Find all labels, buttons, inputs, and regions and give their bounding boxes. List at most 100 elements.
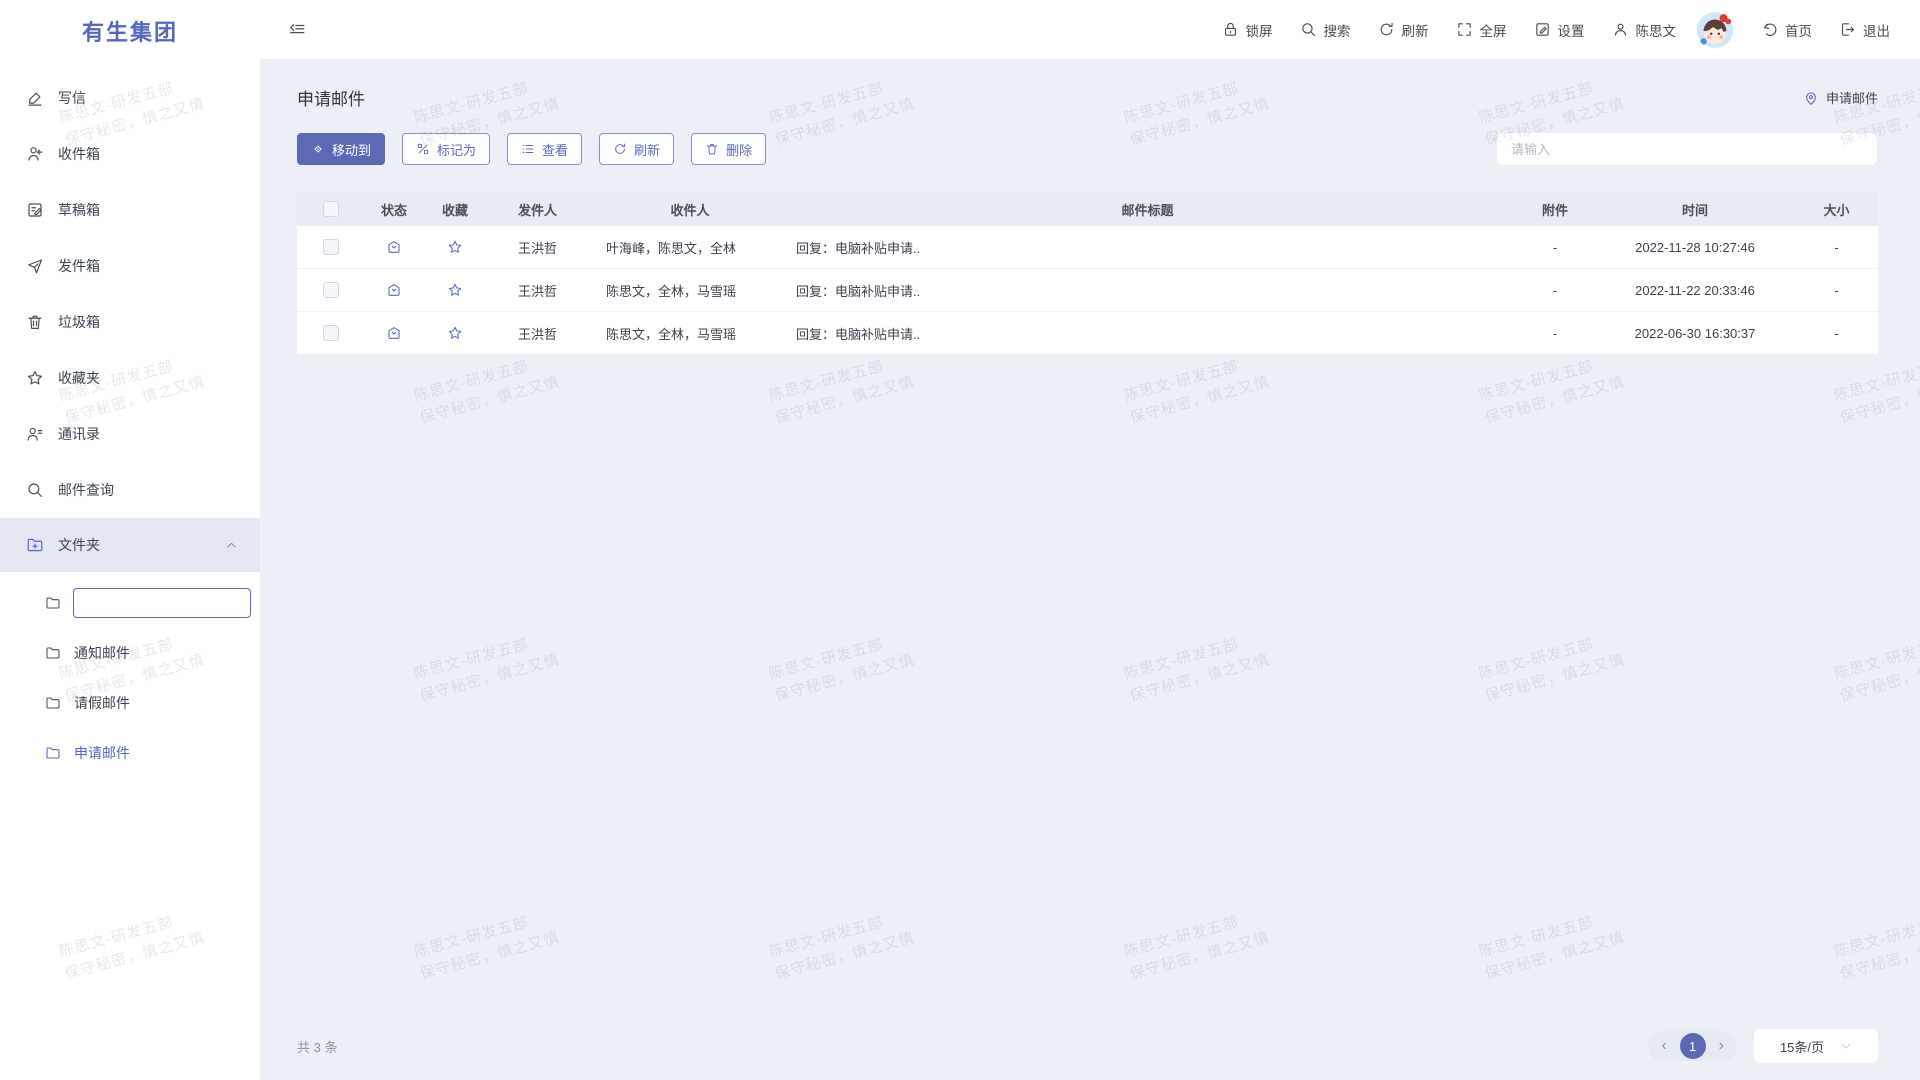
avatar[interactable] [1696, 11, 1734, 49]
fullscreen-icon [1456, 21, 1473, 38]
subject-cell[interactable]: 回复：电脑补贴申请.. [780, 281, 1515, 300]
search-input[interactable] [1496, 132, 1878, 166]
search-button[interactable]: 搜索 [1300, 20, 1351, 40]
location-pin-icon [1803, 90, 1819, 106]
sidebar-item-label: 发件箱 [58, 256, 100, 276]
mail-status-icon [386, 282, 402, 298]
sidebar-item-label: 邮件查询 [58, 480, 114, 500]
sidebar-item-trash[interactable]: 垃圾箱 [0, 294, 260, 350]
search-icon [1300, 21, 1317, 38]
sidebar-item-favorites[interactable]: 收藏夹 [0, 350, 260, 406]
col-star: 收藏 [424, 200, 486, 219]
col-sender: 发件人 [486, 200, 600, 219]
fullscreen-button[interactable]: 全屏 [1456, 20, 1507, 40]
top-item-label: 搜索 [1324, 20, 1351, 40]
move-icon [311, 142, 325, 156]
sidebar-item-folders[interactable]: 文件夹 [0, 518, 260, 572]
table-footer: 共 3 条 ‹ 1 › 15条/页 [297, 1028, 1878, 1064]
star-icon [26, 369, 44, 387]
top-item-label: 设置 [1558, 20, 1585, 40]
settings-icon [1534, 21, 1551, 38]
delete-button[interactable]: 删除 [691, 133, 766, 165]
sidebar-item-sent[interactable]: 发件箱 [0, 238, 260, 294]
recipients-cell: 陈思文，全林，马雪瑶 [600, 324, 780, 343]
button-label: 查看 [542, 140, 568, 159]
size-cell: - [1795, 240, 1878, 255]
lock-screen-button[interactable]: 锁屏 [1222, 20, 1273, 40]
mark-as-button[interactable]: 标记为 [402, 133, 490, 165]
move-to-button[interactable]: 移动到 [297, 133, 385, 165]
menu-fold-icon[interactable] [288, 20, 307, 39]
sidebar-folder-leave[interactable]: 请假邮件 [0, 678, 260, 728]
row-checkbox[interactable] [323, 239, 339, 255]
top-item-label: 退出 [1863, 20, 1890, 40]
current-page-button[interactable]: 1 [1680, 1033, 1706, 1059]
sidebar-item-compose[interactable]: 写信 [0, 70, 260, 126]
top-item-label: 陈思文 [1636, 20, 1677, 40]
favorite-star-icon[interactable] [447, 239, 463, 255]
table-row[interactable]: 王洪哲 陈思文，全林，马雪瑶 回复：电脑补贴申请.. - 2022-06-30 … [297, 312, 1878, 355]
folders-label: 文件夹 [58, 535, 100, 555]
table-row[interactable]: 王洪哲 陈思文，全林，马雪瑶 回复：电脑补贴申请.. - 2022-11-22 … [297, 269, 1878, 312]
user-icon [1612, 21, 1629, 38]
attachment-cell: - [1515, 240, 1595, 255]
refresh-icon [1378, 21, 1395, 38]
inbox-icon [26, 145, 44, 163]
sidebar-folder-notice[interactable]: 通知邮件 [0, 628, 260, 678]
total-count: 共 3 条 [297, 1037, 337, 1056]
settings-button[interactable]: 设置 [1534, 20, 1585, 40]
row-checkbox[interactable] [323, 325, 339, 341]
folder-icon [45, 745, 61, 761]
size-cell: - [1795, 326, 1878, 341]
sidebar: 有生集团 写信 收件箱 草稿箱 发件箱 垃圾箱 收藏夹 通讯录 [0, 0, 260, 1080]
attachment-cell: - [1515, 326, 1595, 341]
sidebar-item-drafts[interactable]: 草稿箱 [0, 182, 260, 238]
send-icon [26, 257, 44, 275]
favorite-star-icon[interactable] [447, 325, 463, 341]
list-icon [521, 142, 535, 156]
chevron-up-icon [225, 539, 238, 552]
top-item-label: 锁屏 [1246, 20, 1273, 40]
page-size-select[interactable]: 15条/页 [1754, 1029, 1878, 1063]
home-button[interactable]: 首页 [1761, 20, 1812, 40]
new-folder-row [0, 578, 260, 628]
refresh-icon [613, 142, 627, 156]
breadcrumb: 申请邮件 [1803, 88, 1878, 107]
mark-icon [416, 142, 430, 156]
col-attachment: 附件 [1515, 200, 1595, 219]
refresh-button[interactable]: 刷新 [1378, 20, 1429, 40]
subject-cell[interactable]: 回复：电脑补贴申请.. [780, 324, 1515, 343]
prev-page-button[interactable]: ‹ [1659, 1038, 1668, 1054]
row-checkbox[interactable] [323, 282, 339, 298]
sender-cell: 王洪哲 [486, 281, 600, 300]
new-folder-input[interactable] [73, 588, 251, 618]
sidebar-item-inbox[interactable]: 收件箱 [0, 126, 260, 182]
folder-label: 请假邮件 [74, 693, 130, 713]
sidebar-item-mail-search[interactable]: 邮件查询 [0, 462, 260, 518]
next-page-button[interactable]: › [1717, 1038, 1726, 1054]
logout-button[interactable]: 退出 [1839, 20, 1890, 40]
search-icon [26, 481, 44, 499]
favorite-star-icon[interactable] [447, 282, 463, 298]
col-subject: 邮件标题 [780, 200, 1515, 219]
col-status: 状态 [364, 200, 424, 219]
button-label: 删除 [726, 140, 752, 159]
draft-icon [26, 201, 44, 219]
current-user[interactable]: 陈思文 [1612, 20, 1677, 40]
folder-plus-icon [26, 536, 44, 554]
mail-status-icon [386, 325, 402, 341]
mail-table: 状态 收藏 发件人 收件人 邮件标题 附件 时间 大小 王洪哲 叶海峰，陈思文，… [297, 192, 1878, 355]
table-body: 王洪哲 叶海峰，陈思文，全林 回复：电脑补贴申请.. - 2022-11-28 … [297, 226, 1878, 355]
view-button[interactable]: 查看 [507, 133, 582, 165]
sidebar-item-contacts[interactable]: 通讯录 [0, 406, 260, 462]
top-item-label: 刷新 [1402, 20, 1429, 40]
select-all-checkbox[interactable] [323, 201, 339, 217]
sidebar-folder-application[interactable]: 申请邮件 [0, 728, 260, 778]
sidebar-item-label: 收藏夹 [58, 368, 100, 388]
sidebar-item-label: 草稿箱 [58, 200, 100, 220]
subject-cell[interactable]: 回复：电脑补贴申请.. [780, 238, 1515, 257]
size-cell: - [1795, 283, 1878, 298]
logout-icon [1839, 21, 1856, 38]
refresh-list-button[interactable]: 刷新 [599, 133, 674, 165]
table-row[interactable]: 王洪哲 叶海峰，陈思文，全林 回复：电脑补贴申请.. - 2022-11-28 … [297, 226, 1878, 269]
